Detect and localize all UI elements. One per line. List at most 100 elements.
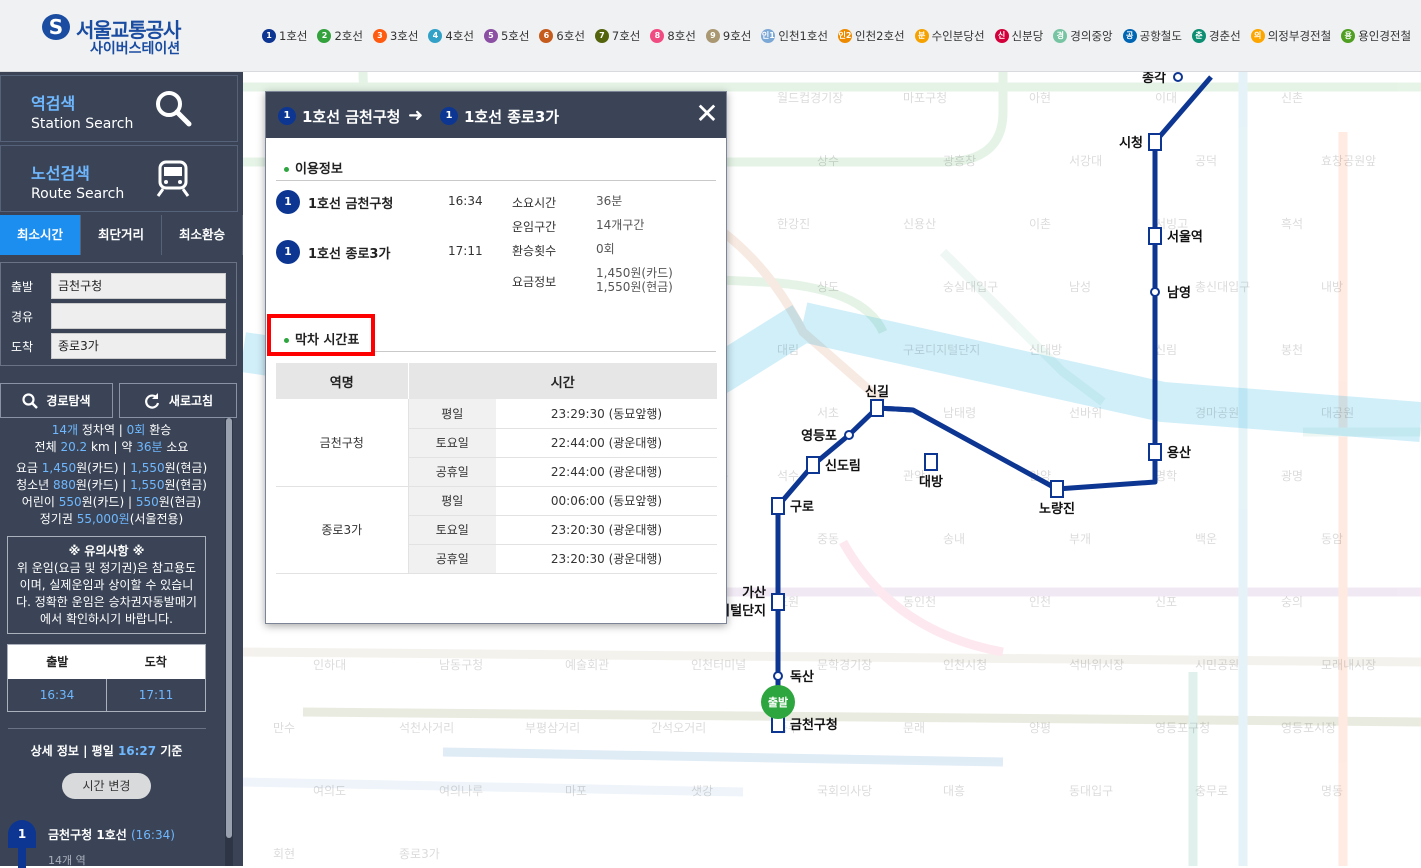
child-label: 어린이 — [21, 495, 55, 509]
dist-mid: km | 약 — [91, 440, 133, 454]
line-badge-icon: 인2 — [838, 29, 852, 43]
line-chip[interactable]: 공 공항철도 — [1122, 27, 1182, 45]
route-station[interactable]: 용산 — [1148, 443, 1191, 461]
step-name: 금천구청 1호선 — [48, 828, 127, 842]
line-chip[interactable]: 인1 인천1호선 — [761, 27, 828, 45]
background-station-label: 대공원 — [1321, 406, 1354, 420]
line-chip-label: 5호선 — [500, 29, 530, 43]
station-search-button[interactable]: 역검색 Station Search — [0, 75, 238, 142]
scrollbar-thumb[interactable] — [226, 418, 232, 838]
route-station[interactable]: 구로 — [771, 497, 814, 515]
teen-label: 청소년 — [16, 478, 50, 492]
pass-value: 55,000원 — [76, 512, 130, 526]
transfer-count: 0회 — [126, 423, 146, 437]
line-chip-label: 3호선 — [389, 29, 419, 43]
line-chip[interactable]: 5 5호선 — [483, 27, 530, 45]
depart-arrive-times: 출발 도착 16:34 17:11 — [7, 644, 206, 712]
line-selector: 1 1호선 2 2호선 3 3호선 4 4호선 5 5호선 6 6호선 7 7호선 8 8호선 9 9호선 인1 인천… — [262, 27, 1421, 45]
tab-min-transfer[interactable]: 최소환승 — [162, 215, 243, 255]
depart-row: 출발 금천구청 — [11, 273, 226, 299]
background-station-label: 공덕 — [1195, 154, 1217, 168]
line-chip[interactable]: 1 1호선 — [262, 27, 307, 45]
search-icon — [22, 392, 39, 409]
line-badge-icon: 6 — [539, 29, 554, 43]
line-1-badge: 1 — [278, 107, 296, 125]
via-input[interactable] — [51, 303, 226, 329]
line-chip-label: 인천1호선 — [778, 29, 828, 43]
background-station-label: 시민공원 — [1195, 658, 1239, 672]
to-station: 1 1호선 종로3가 — [276, 240, 390, 264]
seoul-metro-logo[interactable]: S 서울교통공사 사이버스테이션 — [40, 12, 200, 60]
refresh-label: 새로고침 — [168, 394, 214, 408]
line-chip[interactable]: 7 7호선 — [594, 27, 640, 45]
background-station-label: 양평 — [1029, 721, 1051, 735]
depart-input[interactable]: 금천구청 — [51, 273, 226, 299]
background-station-label: 남태령 — [943, 406, 976, 420]
arrive-input[interactable]: 종로3가 — [51, 333, 226, 359]
refresh-button[interactable]: 새로고침 — [119, 383, 237, 418]
background-station-label: 동암 — [1321, 532, 1343, 546]
fare-card-suffix: 원(카드) | — [76, 461, 127, 475]
route-station[interactable]: 신도림 — [806, 456, 861, 474]
station-cell: 종로3가 — [276, 486, 409, 574]
summary-line-1: 14개 정차역 | 0회 환승 — [0, 422, 223, 439]
line-chip[interactable]: 인2 인천2호선 — [838, 27, 905, 45]
line-chip[interactable]: 분 수인분당선 — [914, 27, 985, 45]
line-chip-label: 수인분당선 — [931, 29, 985, 43]
route-station[interactable]: 서울역 — [1148, 227, 1203, 245]
line-chip[interactable]: 춘 경춘선 — [1191, 27, 1241, 45]
line-chip[interactable]: 6 6호선 — [539, 27, 585, 45]
teen-card: 880 — [53, 478, 76, 492]
station-label: 용산 — [1167, 445, 1191, 461]
background-station-label: 모래내시장 — [1321, 658, 1376, 672]
close-icon[interactable]: ✕ — [694, 100, 720, 128]
line-chip[interactable]: 8 8호선 — [650, 27, 696, 45]
pass-suffix: (서울전용) — [129, 512, 184, 526]
line-chip[interactable]: 4 4호선 — [428, 27, 474, 45]
arrow-right-icon: ➜ — [408, 105, 424, 126]
background-station-label: 여의도 — [313, 784, 346, 798]
line-chip-label: 경의중앙 — [1070, 29, 1113, 43]
search-icon — [156, 91, 192, 127]
time-cell: 23:20:30 (광운대행) — [496, 544, 717, 574]
background-station-label: 총신대입구 — [1195, 280, 1250, 294]
station-search-en: Station Search — [31, 116, 134, 132]
distance: 20.2 — [60, 440, 88, 454]
background-station-label: 송내 — [943, 532, 965, 546]
line-chip[interactable]: 3 3호선 — [372, 27, 419, 45]
line-1-badge: 1 — [276, 240, 300, 264]
transfer-station-marker — [1148, 443, 1162, 461]
from-time: 16:34 — [448, 194, 483, 208]
day-cell: 토요일 — [408, 515, 496, 545]
tab-min-time[interactable]: 최소시간 — [0, 215, 81, 255]
station-marker — [844, 430, 854, 440]
route-station[interactable]: 시청 — [1119, 133, 1162, 151]
line-chip[interactable]: 의 의정부경전철 — [1250, 27, 1331, 45]
time-change-button[interactable]: 시간 변경 — [62, 773, 151, 799]
background-station-label: 부개 — [1069, 532, 1091, 546]
line-chip-label: 2호선 — [334, 29, 363, 43]
background-station-label: 광흥창 — [943, 154, 976, 168]
sidebar: 역검색 Station Search 노선검색 Route Search 최소시… — [0, 72, 243, 868]
background-station-label: 샛강 — [691, 784, 713, 798]
line-chip[interactable]: 9 9호선 — [705, 27, 751, 45]
route-search-button[interactable]: 노선검색 Route Search — [0, 145, 238, 212]
background-station-label: 마포 — [565, 784, 587, 798]
line-chip[interactable]: 경 경의중앙 — [1053, 27, 1113, 45]
background-station-label: 흑석 — [1281, 217, 1303, 231]
teen-card-suffix: 원(카드) | — [75, 478, 127, 492]
route-station[interactable]: 신길 — [865, 385, 889, 417]
route-station[interactable]: 영등포 — [801, 429, 854, 444]
route-search-submit-button[interactable]: 경로탐색 — [0, 383, 113, 418]
route-form: 출발 금천구청 경유 도착 종로3가 — [0, 262, 237, 366]
tab-shortest[interactable]: 최단거리 — [81, 215, 162, 255]
background-station-label: 석수 — [777, 469, 799, 483]
detail-post: 기준 — [160, 744, 183, 758]
line-chip[interactable]: 신 신분당 — [994, 27, 1043, 45]
fare-notice: ※ 유의사항 ※ 위 운임(요금 및 정기권)은 참고용도이며, 실제운임과 상… — [7, 536, 206, 634]
notice-title: ※ 유의사항 ※ — [68, 544, 145, 558]
line-chip-label: 1호선 — [279, 29, 308, 43]
line-chip[interactable]: 용 용인경전철 — [1341, 27, 1411, 45]
line-chip[interactable]: 2 2호선 — [317, 27, 363, 45]
transfer-station-marker — [1148, 227, 1162, 245]
